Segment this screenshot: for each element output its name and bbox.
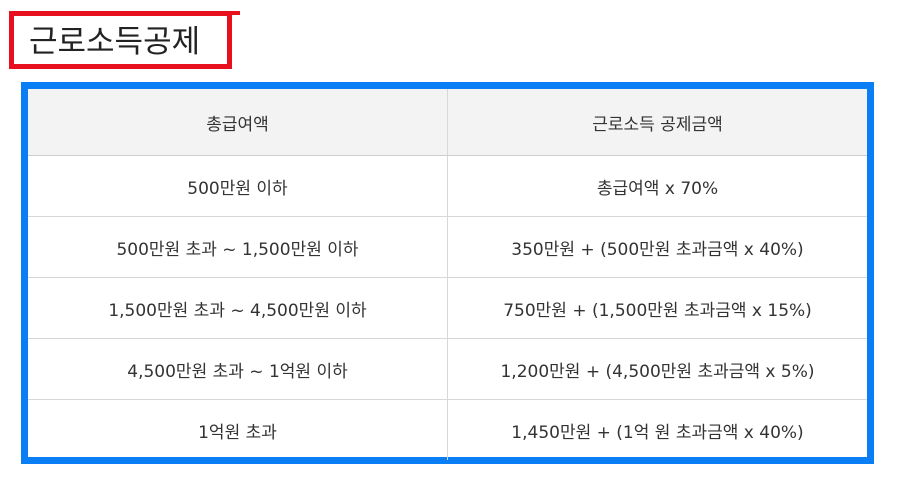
deduction-formula-cell: 총급여액 x 70%: [447, 155, 867, 217]
salary-range-cell: 1억원 초과: [28, 399, 448, 460]
deduction-table-frame: 총급여액 근로소득 공제금액 500만원 이하 총급여액 x 70% 500만원…: [21, 82, 874, 464]
table-row: 500만원 초과 ~ 1,500만원 이하 350만원 + (500만원 초과금…: [28, 216, 867, 278]
table-row: 500만원 이하 총급여액 x 70%: [28, 155, 867, 217]
salary-range-cell: 4,500만원 초과 ~ 1억원 이하: [28, 338, 448, 400]
salary-range-cell: 500만원 이하: [28, 155, 448, 217]
table-header-row: 총급여액 근로소득 공제금액: [28, 89, 867, 156]
table-row: 1억원 초과 1,450만원 + (1억 원 초과금액 x 40%): [28, 399, 867, 460]
deduction-formula-cell: 350만원 + (500만원 초과금액 x 40%): [447, 216, 867, 278]
deduction-formula-cell: 750만원 + (1,500만원 초과금액 x 15%): [447, 277, 867, 339]
column-header-deduction-amount: 근로소득 공제금액: [447, 89, 867, 156]
deduction-formula-cell: 1,200만원 + (4,500만원 초과금액 x 5%): [447, 338, 867, 400]
column-header-total-salary: 총급여액: [28, 89, 448, 156]
title-top-rule: [9, 11, 240, 15]
salary-range-cell: 500만원 초과 ~ 1,500만원 이하: [28, 216, 448, 278]
page-title: 근로소득공제: [29, 24, 201, 60]
title-box: 근로소득공제: [9, 11, 240, 69]
table-row: 4,500만원 초과 ~ 1억원 이하 1,200만원 + (4,500만원 초…: [28, 338, 867, 400]
salary-range-cell: 1,500만원 초과 ~ 4,500만원 이하: [28, 277, 448, 339]
deduction-table: 총급여액 근로소득 공제금액 500만원 이하 총급여액 x 70% 500만원…: [28, 89, 867, 460]
table-row: 1,500만원 초과 ~ 4,500만원 이하 750만원 + (1,500만원…: [28, 277, 867, 339]
deduction-formula-cell: 1,450만원 + (1억 원 초과금액 x 40%): [511, 422, 804, 443]
